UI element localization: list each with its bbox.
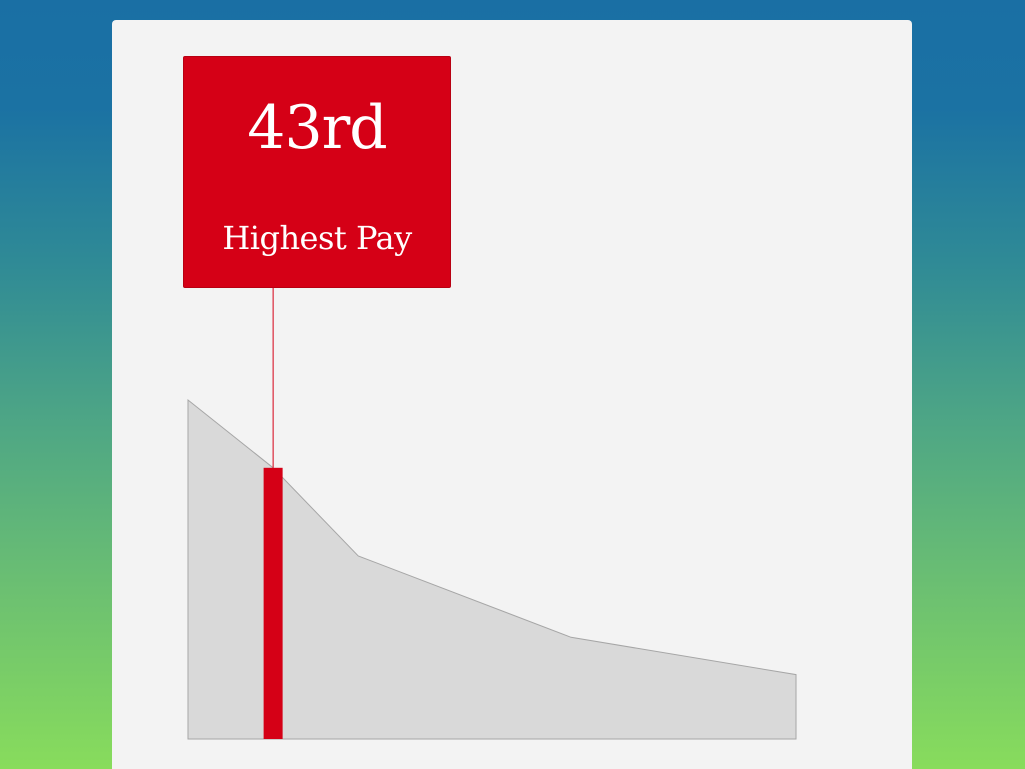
rank-value: 43rd [247,93,387,163]
chart-panel: 43rd Highest Pay [112,20,912,769]
rank-caption: Highest Pay [222,219,412,257]
highlight-bar [263,467,283,739]
rank-callout: 43rd Highest Pay [183,56,451,288]
